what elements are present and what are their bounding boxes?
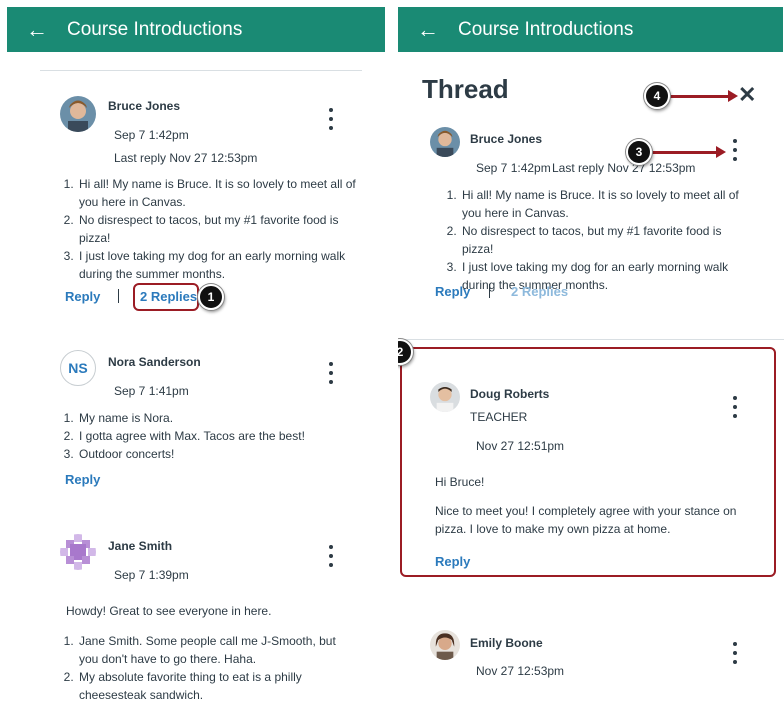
author-name[interactable]: Jane Smith [108, 539, 172, 553]
reply-greeting: Hi Bruce! [435, 475, 485, 489]
list-item: No disrespect to tacos, but my #1 favori… [460, 222, 750, 258]
author-name[interactable]: Emily Boone [470, 636, 543, 650]
reply-button[interactable]: Reply [435, 554, 470, 569]
avatar[interactable] [430, 382, 460, 412]
kebab-menu-icon[interactable] [326, 362, 336, 384]
callout-badge: 4 [644, 83, 670, 109]
list-item: I just love taking my dog for an early m… [460, 258, 750, 294]
list-item: I just love taking my dog for an early m… [77, 247, 357, 283]
kebab-menu-icon[interactable] [730, 642, 740, 664]
kebab-menu-icon[interactable] [730, 139, 740, 161]
author-name[interactable]: Nora Sanderson [108, 355, 201, 369]
post-body: My name is Nora. I gotta agree with Max.… [57, 409, 357, 463]
last-reply: Last reply Nov 27 12:53pm [114, 151, 258, 165]
post-body: Jane Smith. Some people call me J-Smooth… [57, 632, 357, 704]
post-body: Hi all! My name is Bruce. It is so lovel… [440, 186, 750, 294]
thread-screen: ← Course Introductions Thread 4 ✕ Bruce … [398, 0, 784, 708]
separator [489, 284, 490, 298]
post-date: Sep 7 1:42pm [476, 161, 551, 175]
reply-button[interactable]: Reply [65, 472, 100, 487]
role-label: TEACHER [470, 410, 528, 424]
app-bar-title: Course Introductions [458, 18, 634, 40]
app-bar: ← Course Introductions [398, 7, 783, 52]
post-date: Sep 7 1:39pm [114, 568, 189, 582]
back-arrow-icon[interactable]: ← [398, 7, 458, 52]
back-arrow-icon[interactable]: ← [7, 7, 67, 52]
post-date: Sep 7 1:41pm [114, 384, 189, 398]
reply-highlight [400, 347, 776, 577]
post-date: Nov 27 12:51pm [476, 439, 565, 453]
list-item: Jane Smith. Some people call me J-Smooth… [77, 632, 357, 668]
replies-link[interactable]: 2 Replies [140, 289, 197, 304]
reply-body: Nice to meet you! I completely agree wit… [435, 504, 737, 536]
list-item: I gotta agree with Max. Tacos are the be… [77, 427, 357, 445]
kebab-menu-icon[interactable] [326, 545, 336, 567]
panel-gap [386, 0, 398, 708]
divider [40, 70, 362, 71]
author-name[interactable]: Doug Roberts [470, 387, 549, 401]
avatar[interactable] [430, 127, 460, 157]
avatar[interactable]: NS [60, 350, 96, 386]
close-icon[interactable]: ✕ [738, 82, 756, 108]
reply-button[interactable]: Reply [65, 289, 100, 304]
post-body: Hi all! My name is Bruce. It is so lovel… [57, 175, 357, 283]
separator [118, 289, 119, 303]
post-intro: Howdy! Great to see everyone in here. [66, 604, 272, 618]
list-item: Hi all! My name is Bruce. It is so lovel… [77, 175, 357, 211]
app-bar: ← Course Introductions [7, 7, 385, 52]
list-item: Outdoor concerts! [77, 445, 357, 463]
avatar[interactable] [60, 534, 96, 570]
divider [398, 339, 784, 340]
author-name[interactable]: Bruce Jones [108, 99, 180, 113]
post-date: Sep 7 1:42pm [114, 128, 189, 142]
last-reply: Last reply Nov 27 12:53pm [552, 161, 696, 175]
callout-arrow [670, 90, 738, 102]
list-item: My absolute favorite thing to eat is a p… [77, 668, 357, 704]
list-item: Hi all! My name is Bruce. It is so lovel… [460, 186, 750, 222]
kebab-menu-icon[interactable] [326, 108, 336, 130]
author-name[interactable]: Bruce Jones [470, 132, 542, 146]
replies-link: 2 Replies [511, 284, 569, 299]
list-item: My name is Nora. [77, 409, 357, 427]
thread-title: Thread [422, 74, 509, 104]
kebab-menu-icon[interactable] [730, 396, 740, 418]
avatar[interactable] [60, 96, 96, 132]
reply-button[interactable]: Reply [435, 284, 470, 299]
avatar[interactable] [430, 630, 460, 660]
callout-badge: 3 [626, 139, 652, 165]
callout-badge: 1 [198, 284, 224, 310]
list-item: No disrespect to tacos, but my #1 favori… [77, 211, 357, 247]
discussion-list-screen: ← Course Introductions Bruce Jones Sep 7… [0, 0, 386, 708]
app-bar-title: Course Introductions [67, 18, 243, 40]
post-date: Nov 27 12:53pm [476, 664, 565, 678]
callout-arrow [652, 146, 726, 158]
